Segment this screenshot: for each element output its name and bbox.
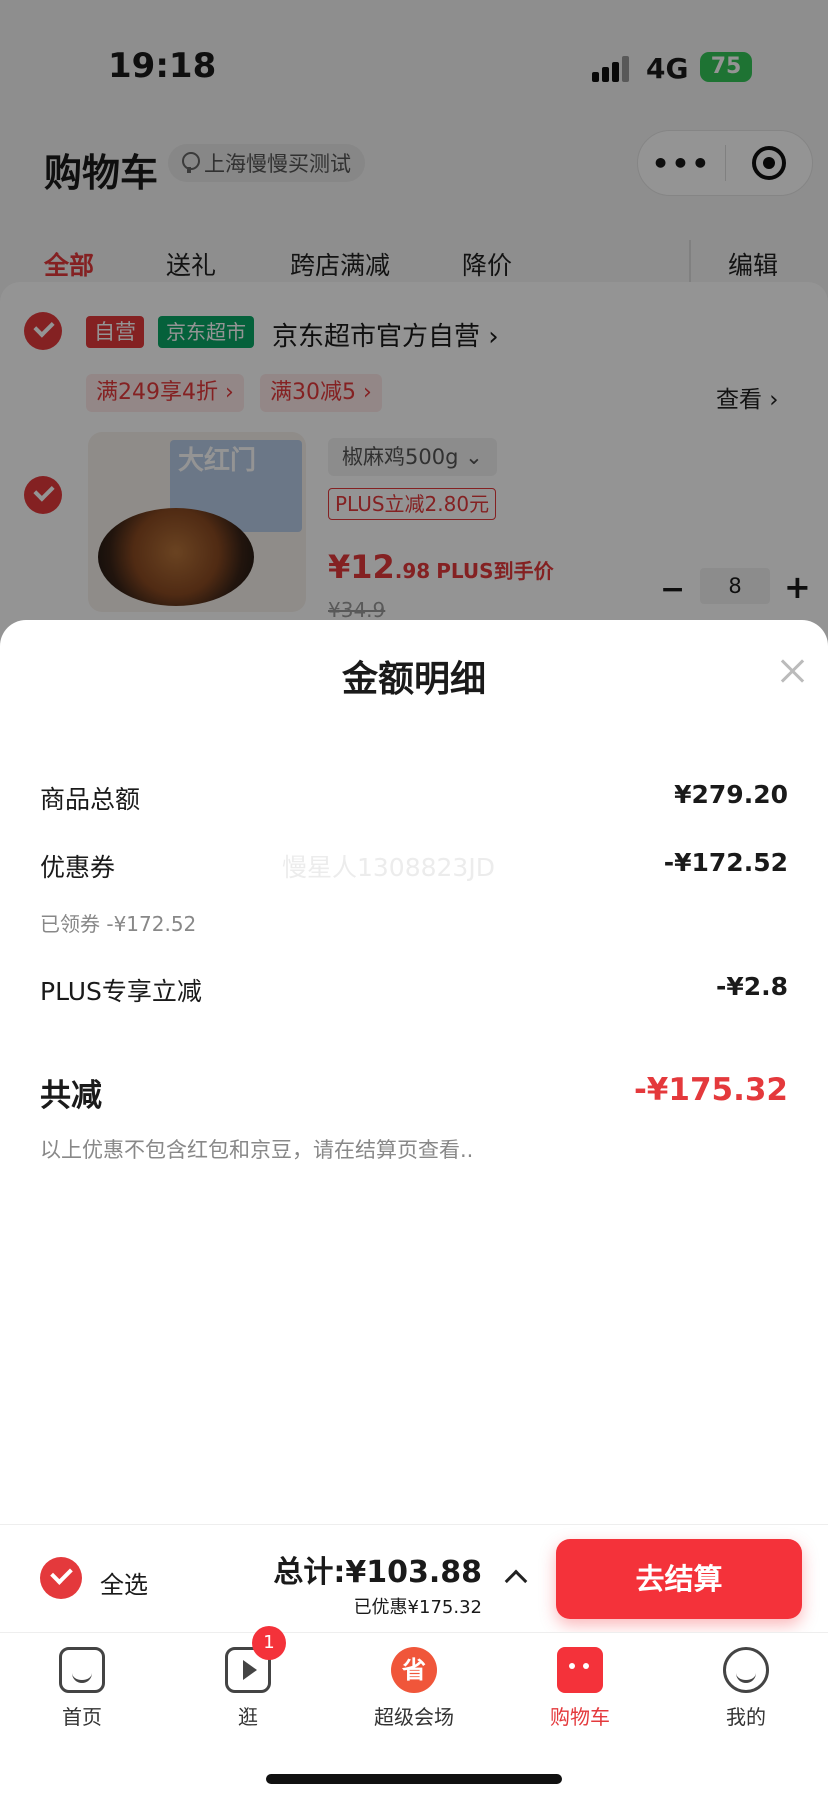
tabbar-item-super-venue[interactable]: 省 超级会场 bbox=[354, 1647, 474, 1730]
close-icon[interactable] bbox=[774, 654, 810, 690]
discount-note: 以上优惠不包含红包和京豆，请在结算页查看.. bbox=[40, 1138, 474, 1162]
checkout-bar: 全选 总计:¥103.88 已优惠¥175.32 去结算 bbox=[0, 1524, 828, 1632]
home-indicator bbox=[266, 1774, 562, 1784]
tabbar-label: 超级会场 bbox=[374, 1705, 454, 1729]
profile-icon bbox=[723, 1647, 769, 1693]
cart-icon bbox=[557, 1647, 603, 1693]
tabbar-label: 购物车 bbox=[550, 1705, 610, 1729]
tabbar-item-me[interactable]: 我的 bbox=[686, 1647, 806, 1730]
row-value-goods-total: ¥279.20 bbox=[674, 780, 788, 809]
total-discount-label: 共减 bbox=[40, 1078, 102, 1114]
notification-badge: 1 bbox=[252, 1626, 286, 1660]
video-icon: 1 bbox=[225, 1626, 286, 1693]
tabbar-label: 我的 bbox=[726, 1705, 766, 1729]
tabbar-item-cart[interactable]: 购物车 bbox=[520, 1647, 640, 1730]
sale-icon: 省 bbox=[391, 1647, 437, 1693]
row-label-plus: PLUS专享立减 bbox=[40, 977, 202, 1006]
checkout-total: 总计:¥103.88 bbox=[273, 1555, 482, 1590]
tabbar-label: 首页 bbox=[62, 1705, 102, 1729]
select-all-label[interactable]: 全选 bbox=[100, 1565, 148, 1600]
sheet-title: 金额明细 bbox=[341, 659, 486, 700]
checkout-button[interactable]: 去结算 bbox=[556, 1539, 802, 1619]
row-label-coupon: 优惠券 bbox=[40, 853, 116, 882]
tabbar-item-browse[interactable]: 1 逛 bbox=[188, 1626, 308, 1730]
tabbar-label: 逛 bbox=[238, 1705, 258, 1729]
total-discount-value: -¥175.32 bbox=[633, 1072, 788, 1108]
row-label-goods-total: 商品总额 bbox=[40, 785, 141, 814]
row-value-coupon: -¥172.52 bbox=[663, 848, 788, 877]
select-all-checkbox[interactable] bbox=[40, 1557, 82, 1599]
coupon-detail: 已领券 -¥172.52 bbox=[40, 912, 197, 936]
home-icon bbox=[59, 1647, 105, 1693]
tabbar-item-home[interactable]: 首页 bbox=[22, 1647, 142, 1730]
chevron-up-icon[interactable] bbox=[504, 1569, 528, 1593]
watermark-text: 慢星人1308823JD bbox=[282, 853, 495, 882]
row-value-plus: -¥2.8 bbox=[715, 972, 788, 1001]
checkout-saved: 已优惠¥175.32 bbox=[353, 1597, 482, 1618]
